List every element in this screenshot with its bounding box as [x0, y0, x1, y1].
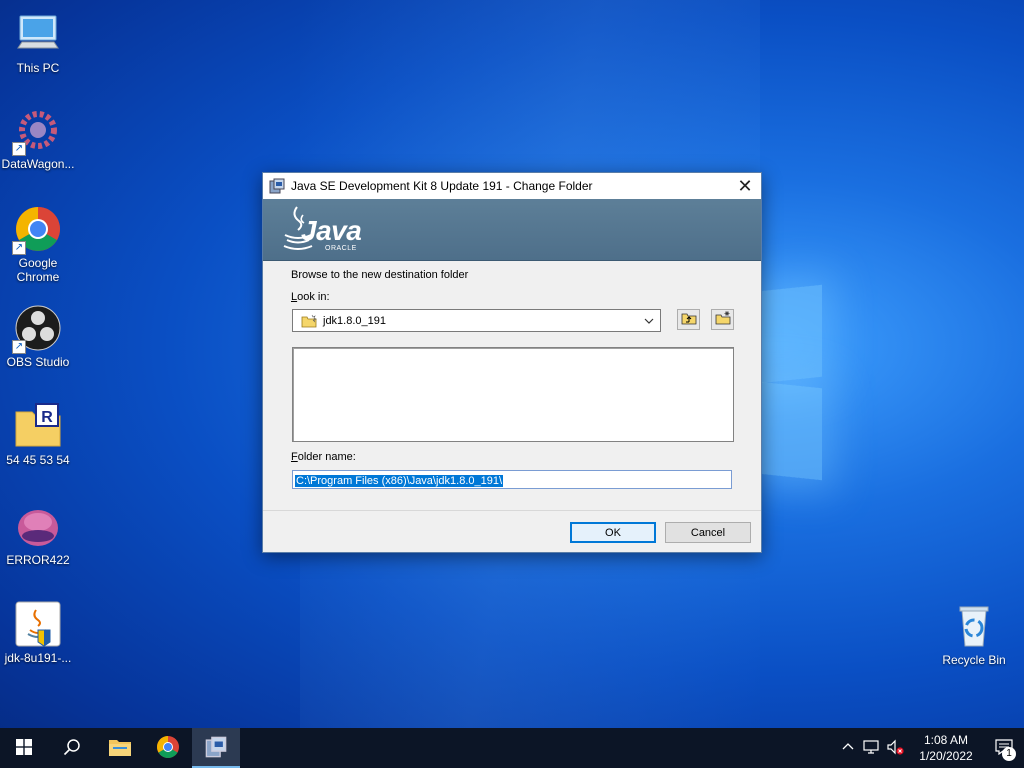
desktop-icon-jdk-installer[interactable]: jdk-8u191-...	[0, 600, 76, 665]
desktop-icon-label: Recycle Bin	[942, 653, 1006, 667]
dialog-title: Java SE Development Kit 8 Update 191 - C…	[291, 179, 593, 193]
desktop-icon-recycle-bin[interactable]: Recycle Bin	[936, 602, 1012, 667]
desktop-icon-label: OBS Studio	[6, 355, 70, 369]
browse-instruction: Browse to the new destination folder	[291, 269, 469, 281]
start-button[interactable]	[0, 728, 48, 768]
system-tray: 1:08 AM 1/20/2022 1	[836, 728, 1024, 768]
chevron-up-icon	[842, 741, 854, 756]
desktop-icon-label: This PC	[16, 61, 60, 75]
installer-app-icon	[205, 736, 227, 761]
up-one-level-button[interactable]	[677, 309, 700, 330]
search-icon	[63, 738, 81, 759]
clock[interactable]: 1:08 AM 1/20/2022	[908, 732, 984, 764]
close-icon: ✕	[737, 175, 753, 196]
datawagon-icon: ↗	[12, 106, 62, 156]
desktop-icon-label: Google Chrome	[16, 256, 60, 284]
recycle-bin-icon	[950, 602, 998, 650]
chrome-icon	[156, 735, 180, 762]
windows-logo-icon	[16, 738, 32, 758]
shortcut-arrow-icon: ↗	[12, 340, 26, 354]
desktop-icon-label: jdk-8u191-...	[4, 651, 72, 665]
desktop-icon-obs[interactable]: ↗ OBS Studio	[0, 304, 76, 369]
java-banner: Java ORACLE	[263, 199, 761, 261]
chevron-down-icon	[643, 315, 655, 330]
desktop-icon-label: DataWagon...	[1, 157, 75, 171]
shortcut-arrow-icon: ↗	[12, 241, 26, 255]
look-in-label: Look in:	[291, 291, 330, 303]
folder-name-input[interactable]: C:\Program Files (x86)\Java\jdk1.8.0_191…	[292, 470, 732, 489]
search-button[interactable]	[48, 728, 96, 768]
dialog-footer: OK Cancel	[263, 511, 761, 552]
folder-icon: R	[14, 402, 62, 450]
svg-text:R: R	[41, 409, 53, 426]
error422-icon	[14, 502, 62, 550]
desktop-icon-label: ERROR422	[6, 553, 70, 567]
desktop-icon-datawagon[interactable]: ↗ DataWagon...	[0, 106, 76, 171]
look-in-value: jdk1.8.0_191	[323, 314, 386, 327]
folder-name-value: C:\Program Files (x86)\Java\jdk1.8.0_191…	[295, 475, 504, 487]
clock-time: 1:08 AM	[923, 733, 969, 747]
show-hidden-icons-button[interactable]	[836, 728, 860, 768]
desktop-icon-chrome[interactable]: ↗ Google Chrome	[0, 205, 76, 284]
notification-count-badge: 1	[1002, 747, 1016, 761]
dialog-content: Browse to the new destination folder Loo…	[263, 261, 761, 511]
folder-name-label: Folder name:	[291, 451, 356, 463]
volume-button[interactable]	[884, 728, 908, 768]
installer-app-icon	[269, 178, 285, 194]
desktop-icon-label: 54 45 53 54	[6, 453, 70, 467]
dialog-titlebar[interactable]: Java SE Development Kit 8 Update 191 - C…	[263, 173, 761, 199]
network-button[interactable]	[860, 728, 884, 768]
desktop-icon-this-pc[interactable]: This PC	[0, 10, 76, 75]
file-explorer-icon	[108, 737, 132, 760]
taskbar-java-installer[interactable]	[192, 728, 240, 768]
look-in-dropdown[interactable]: jdk1.8.0_191	[292, 309, 661, 332]
java-installer-icon	[14, 600, 62, 648]
chrome-icon: ↗	[12, 205, 62, 255]
folder-up-icon	[681, 311, 697, 328]
shortcut-arrow-icon: ↗	[12, 142, 26, 156]
folder-name-label-text: older name:	[297, 451, 356, 463]
cancel-button[interactable]: Cancel	[665, 522, 751, 543]
oracle-logo-text: ORACLE	[325, 245, 357, 252]
close-button[interactable]: ✕	[729, 173, 761, 199]
clock-date: 1/20/2022	[919, 749, 973, 763]
obs-icon: ↗	[12, 304, 62, 354]
windows-logo-light	[760, 284, 822, 481]
taskbar: 1:08 AM 1/20/2022 1	[0, 728, 1024, 768]
new-folder-button[interactable]	[711, 309, 734, 330]
action-center-button[interactable]: 1	[984, 728, 1024, 768]
change-folder-dialog: Java SE Development Kit 8 Update 191 - C…	[262, 172, 762, 553]
java-logo-text: Java	[301, 215, 362, 246]
taskbar-file-explorer[interactable]	[96, 728, 144, 768]
computer-icon	[14, 10, 62, 58]
desktop-icon-error422[interactable]: ERROR422	[0, 502, 76, 567]
ok-button[interactable]: OK	[570, 522, 656, 543]
desktop-icon-folder[interactable]: R 54 45 53 54	[0, 402, 76, 467]
folder-icon	[301, 314, 317, 328]
folder-list[interactable]	[292, 347, 734, 442]
look-in-label-text: ook in:	[297, 291, 330, 303]
volume-muted-icon	[886, 739, 906, 758]
new-folder-icon	[715, 311, 731, 328]
network-icon	[863, 739, 881, 758]
folder-name-mnemonic: F	[291, 451, 298, 463]
taskbar-chrome[interactable]	[144, 728, 192, 768]
